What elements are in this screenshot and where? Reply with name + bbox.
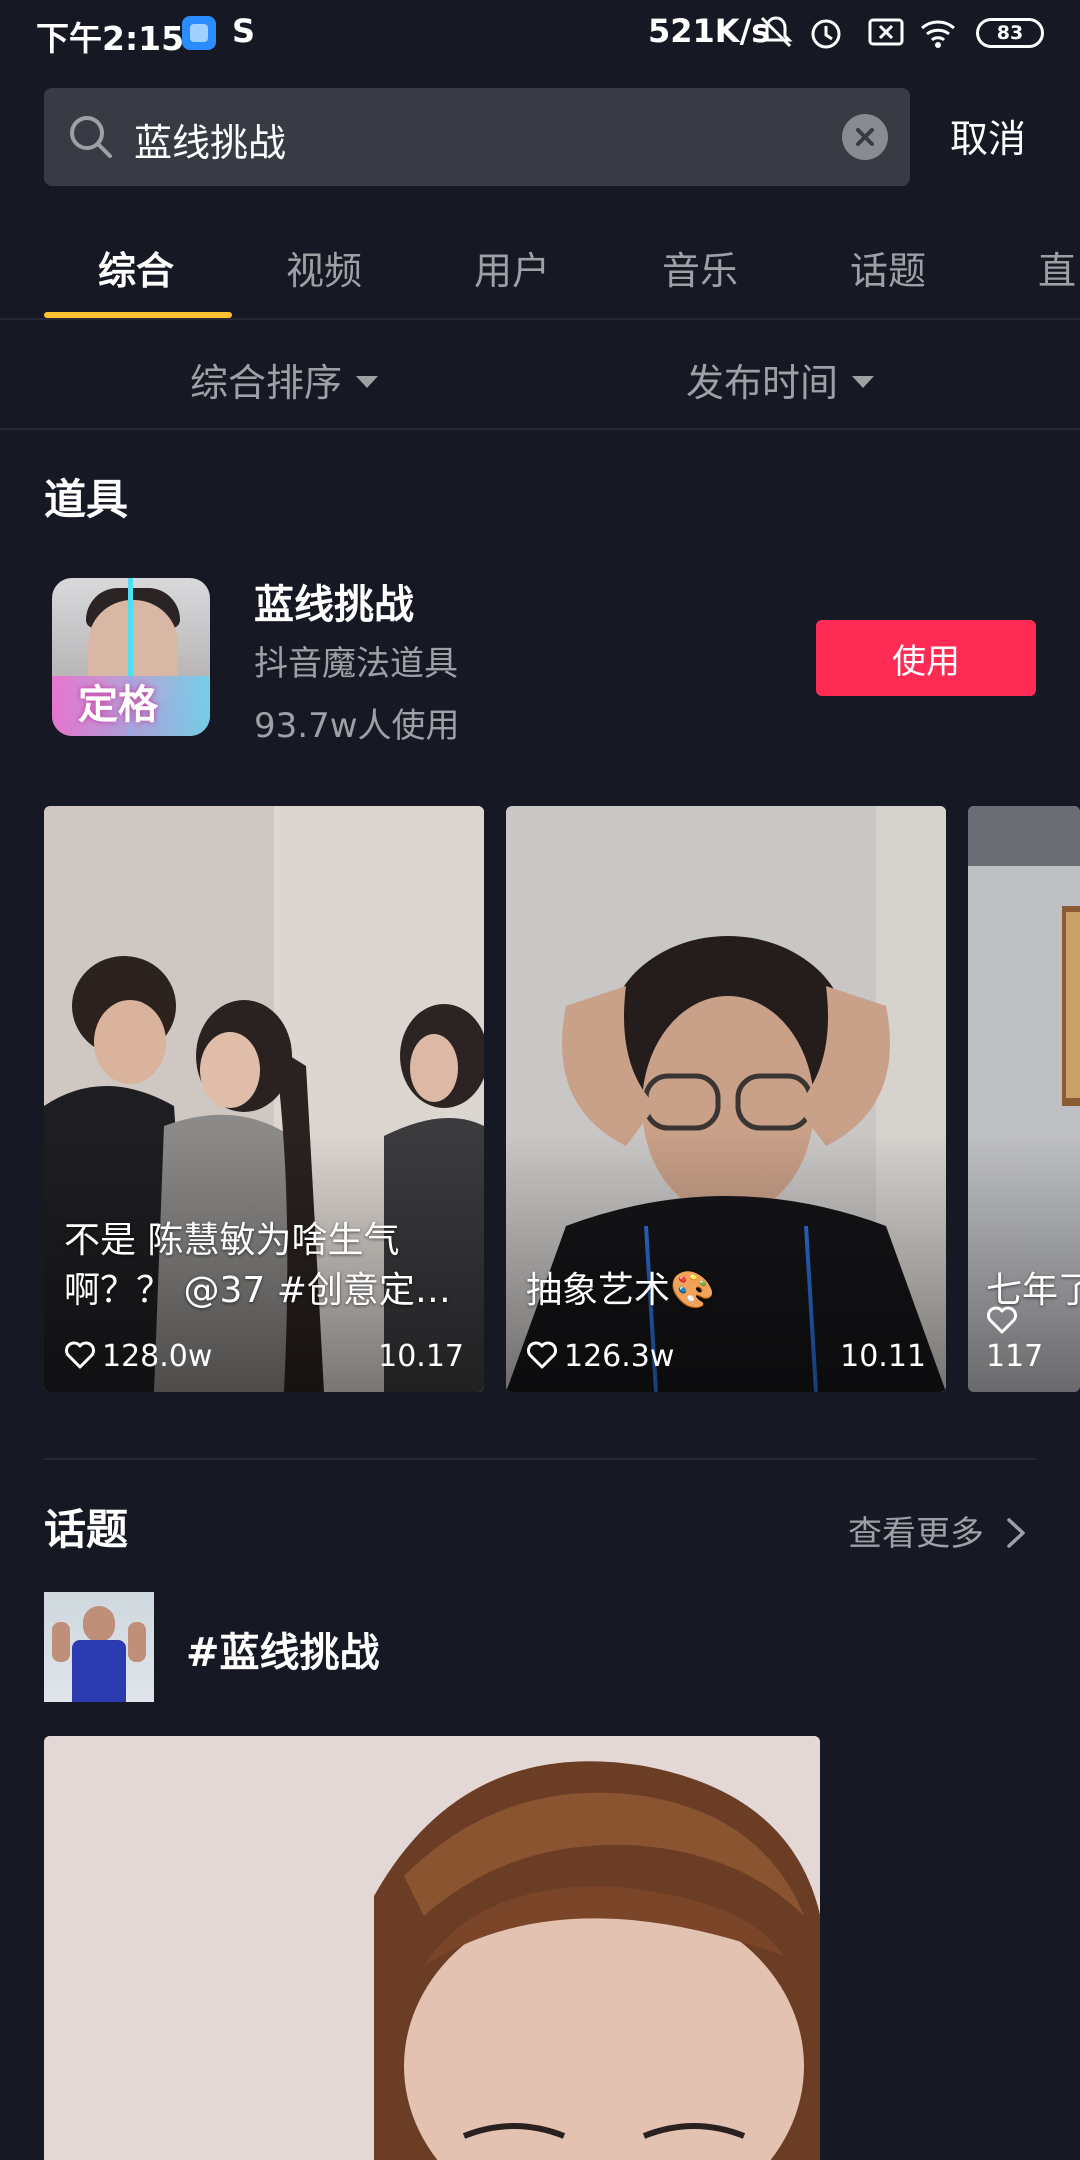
heart-icon bbox=[987, 1306, 1017, 1333]
props-section-title: 道具 bbox=[44, 475, 129, 524]
tab-music[interactable]: 音乐 bbox=[662, 240, 738, 295]
prop-thumb-badge: 定格 bbox=[78, 682, 158, 728]
prop-subtitle: 抖音魔法道具 bbox=[254, 644, 458, 684]
video-likes-count: 117 bbox=[986, 1339, 1044, 1374]
notification-app-icon bbox=[182, 16, 216, 50]
video-likes: 126.3w bbox=[526, 1339, 674, 1374]
topic-name[interactable]: #蓝线挑战 bbox=[186, 1620, 380, 1678]
tab-live[interactable]: 直 bbox=[1038, 240, 1076, 295]
heart-icon bbox=[527, 1341, 557, 1368]
video-card[interactable]: 不是 陈慧敏为啥生气啊？？ @37 #创意定… 128.0w 10.17 bbox=[44, 806, 484, 1392]
search-input[interactable]: 蓝线挑战 bbox=[44, 88, 910, 186]
video-card[interactable]: 七年了，了…… 117 bbox=[968, 806, 1080, 1392]
tab-videos[interactable]: 视频 bbox=[286, 240, 362, 295]
mute-icon bbox=[759, 16, 793, 48]
video-title: 不是 陈慧敏为啥生气啊？？ @37 #创意定… bbox=[64, 1220, 451, 1311]
network-speed: 521K/s bbox=[648, 12, 771, 50]
tab-comprehensive[interactable]: 综合 bbox=[98, 240, 174, 295]
search-tabs: 综合 视频 用户 音乐 话题 直 bbox=[0, 220, 1080, 320]
prop-usage-count: 93.7w人使用 bbox=[254, 706, 460, 746]
wifi-icon bbox=[921, 20, 955, 48]
video-date: 10.17 bbox=[378, 1339, 464, 1374]
publish-time-filter-dropdown[interactable]: 发布时间 bbox=[686, 352, 875, 407]
heart-icon bbox=[65, 1341, 95, 1368]
video-likes: 117 bbox=[986, 1304, 1080, 1374]
video-date: 10.11 bbox=[840, 1339, 926, 1374]
topic-video-thumbnail bbox=[44, 1736, 820, 2160]
topic-section-title: 话题 bbox=[44, 1505, 129, 1554]
see-more-label: 查看更多 bbox=[848, 1514, 984, 1554]
search-icon bbox=[70, 116, 112, 158]
filters-divider bbox=[0, 428, 1080, 430]
sort-filter-label: 综合排序 bbox=[190, 361, 343, 405]
prop-thumbnail[interactable]: 定格 bbox=[52, 578, 210, 736]
tab-users[interactable]: 用户 bbox=[474, 240, 550, 295]
section-divider bbox=[44, 1458, 1036, 1460]
status-time: 下午2:15 bbox=[36, 19, 185, 58]
chevron-right-icon bbox=[1007, 1517, 1025, 1548]
thumb-arm bbox=[52, 1622, 70, 1662]
battery-indicator: 83 bbox=[976, 18, 1044, 48]
caret-down-icon bbox=[852, 375, 875, 388]
alarm-icon bbox=[811, 19, 841, 49]
video-likes-count: 126.3w bbox=[564, 1339, 675, 1374]
prop-name[interactable]: 蓝线挑战 bbox=[254, 572, 414, 630]
tabs-divider bbox=[0, 318, 1080, 320]
thumb-arm bbox=[128, 1622, 146, 1662]
no-sim-icon bbox=[868, 18, 904, 46]
use-prop-button[interactable]: 使用 bbox=[816, 620, 1036, 696]
topic-thumbnail[interactable] bbox=[44, 1592, 154, 1702]
video-card[interactable]: 抽象艺术🎨 126.3w 10.11 bbox=[506, 806, 946, 1392]
caret-down-icon bbox=[356, 375, 379, 388]
video-title: 抽象艺术🎨 bbox=[526, 1270, 715, 1311]
notification-s-icon: S bbox=[232, 12, 256, 50]
tab-topics[interactable]: 话题 bbox=[850, 240, 926, 295]
search-query: 蓝线挑战 bbox=[134, 121, 287, 165]
status-bar: 下午2:15 S 521K/s 83 bbox=[0, 0, 1080, 66]
video-likes-count: 128.0w bbox=[102, 1339, 213, 1374]
see-more-link[interactable]: 查看更多 bbox=[848, 1506, 1029, 1555]
clear-search-icon[interactable] bbox=[842, 114, 888, 160]
topic-video-card[interactable] bbox=[44, 1736, 820, 2160]
sort-filter-dropdown[interactable]: 综合排序 bbox=[190, 352, 379, 407]
video-likes: 128.0w bbox=[64, 1339, 212, 1374]
cancel-button[interactable]: 取消 bbox=[950, 108, 1026, 163]
thumb-body bbox=[72, 1640, 126, 1702]
thumb-head bbox=[83, 1606, 115, 1642]
publish-time-filter-label: 发布时间 bbox=[686, 361, 839, 405]
